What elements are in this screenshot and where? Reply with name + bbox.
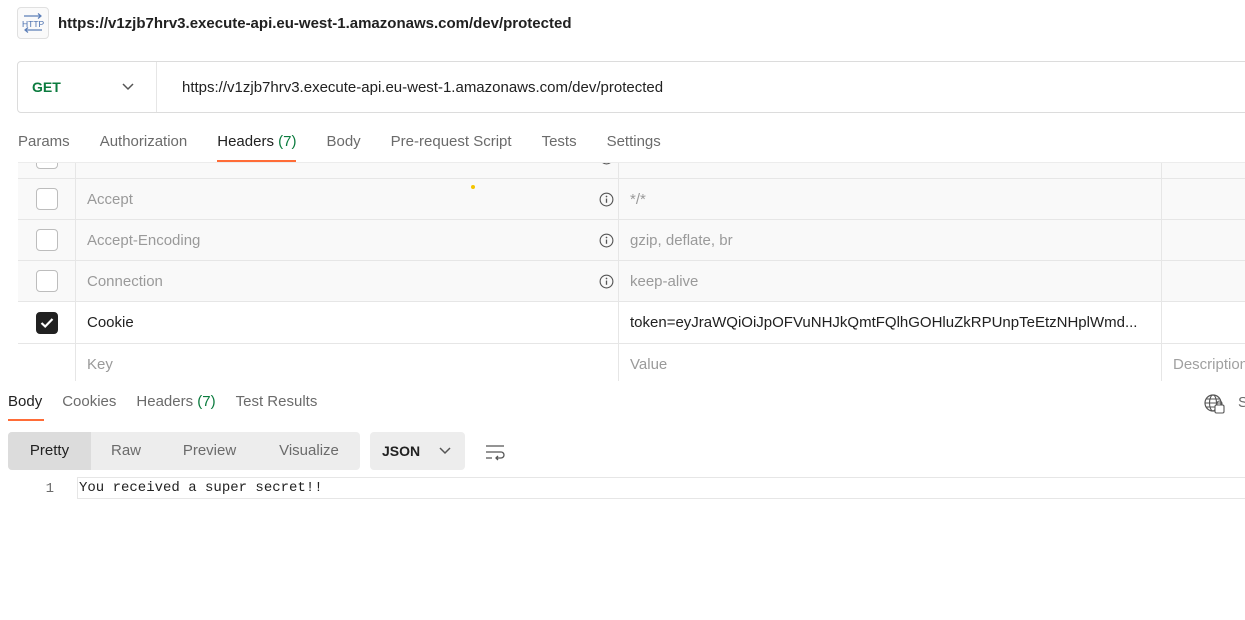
tab-response-body[interactable]: Body	[8, 387, 45, 421]
description-input[interactable]: Description	[1162, 344, 1245, 381]
header-key: Cookie	[87, 314, 134, 331]
info-icon[interactable]	[599, 233, 614, 248]
globe-icon[interactable]	[1203, 393, 1225, 415]
chevron-down-icon	[439, 447, 451, 455]
header-checkbox-checked[interactable]	[35, 311, 58, 334]
tab-pre-request-script[interactable]: Pre-request Script	[391, 126, 512, 162]
header-checkbox[interactable]	[35, 270, 58, 292]
table-row: Cookie token=eyJraWQiOiJpOFVuNHJkQmtFQlh…	[18, 302, 1245, 344]
info-icon[interactable]	[599, 274, 614, 289]
tab-response-cookies[interactable]: Cookies	[62, 387, 116, 421]
key-input[interactable]: Key	[76, 344, 619, 381]
save-response-label[interactable]: S	[1238, 394, 1245, 411]
info-icon[interactable]	[599, 162, 614, 165]
value-input[interactable]: Value	[619, 344, 1162, 381]
response-headers-count: (7)	[197, 393, 216, 410]
headers-table: Accept */* Accept-Encoding gzip, deflate…	[18, 162, 1245, 381]
header-checkbox[interactable]	[35, 188, 58, 210]
url-bar: GET https://v1zjb7hrv3.execute-api.eu-we…	[17, 61, 1245, 113]
header-checkbox[interactable]	[35, 229, 58, 251]
tab-response-headers[interactable]: Headers (7)	[136, 387, 215, 421]
header-value: */*	[619, 179, 1162, 219]
headers-count: (7)	[278, 133, 297, 150]
request-title-bar: HTTP https://v1zjb7hrv3.execute-api.eu-w…	[17, 6, 572, 40]
view-preview-button[interactable]: Preview	[161, 432, 258, 470]
chevron-down-icon	[122, 83, 134, 91]
tab-params[interactable]: Params	[18, 126, 70, 162]
header-key: Connection	[87, 272, 163, 290]
tab-headers[interactable]: Headers (7)	[217, 126, 297, 162]
http-icon-text: HTTP	[22, 19, 45, 29]
response-tabs: Body Cookies Headers (7) Test Results	[8, 387, 337, 423]
tab-test-results[interactable]: Test Results	[236, 387, 318, 421]
view-visualize-button[interactable]: Visualize	[258, 432, 360, 470]
method-label: GET	[32, 79, 61, 95]
header-checkbox[interactable]	[35, 163, 58, 169]
tab-settings[interactable]: Settings	[607, 126, 661, 162]
line-number: 1	[45, 481, 54, 497]
table-row: Connection keep-alive	[18, 261, 1245, 302]
header-value[interactable]: token=eyJraWQiOiJpOFVuNHJkQmtFQlhGOHluZk…	[619, 302, 1162, 343]
tab-authorization[interactable]: Authorization	[100, 126, 188, 162]
header-key: Accept-Encoding	[87, 231, 201, 249]
table-row	[18, 162, 1245, 179]
header-value: keep-alive	[619, 261, 1162, 301]
url-input[interactable]: https://v1zjb7hrv3.execute-api.eu-west-1…	[157, 79, 663, 96]
format-label: JSON	[382, 443, 421, 459]
table-row-new: Key Value Description	[18, 344, 1245, 381]
http-icon: HTTP	[17, 7, 49, 39]
request-tabs: Params Authorization Headers (7) Body Pr…	[18, 126, 691, 162]
view-mode-group: Pretty Raw Preview Visualize	[8, 432, 360, 470]
checkmark-icon	[40, 317, 53, 328]
method-select[interactable]: GET	[18, 62, 157, 112]
header-key: Accept	[87, 190, 133, 208]
info-icon[interactable]	[599, 192, 614, 207]
view-pretty-button[interactable]: Pretty	[8, 432, 91, 470]
tab-body[interactable]: Body	[326, 126, 360, 162]
tab-tests[interactable]: Tests	[542, 126, 577, 162]
format-select[interactable]: JSON	[370, 432, 465, 470]
response-body-editor[interactable]: 1 You received a super secret!!	[0, 477, 1245, 499]
view-raw-button[interactable]: Raw	[91, 432, 161, 470]
table-row: Accept */*	[18, 179, 1245, 220]
code-line[interactable]: You received a super secret!!	[77, 477, 1245, 499]
table-row: Accept-Encoding gzip, deflate, br	[18, 220, 1245, 261]
header-value: gzip, deflate, br	[619, 220, 1162, 260]
cursor-dot	[471, 185, 475, 189]
wrap-lines-icon[interactable]	[484, 441, 506, 463]
request-title[interactable]: https://v1zjb7hrv3.execute-api.eu-west-1…	[58, 15, 572, 32]
